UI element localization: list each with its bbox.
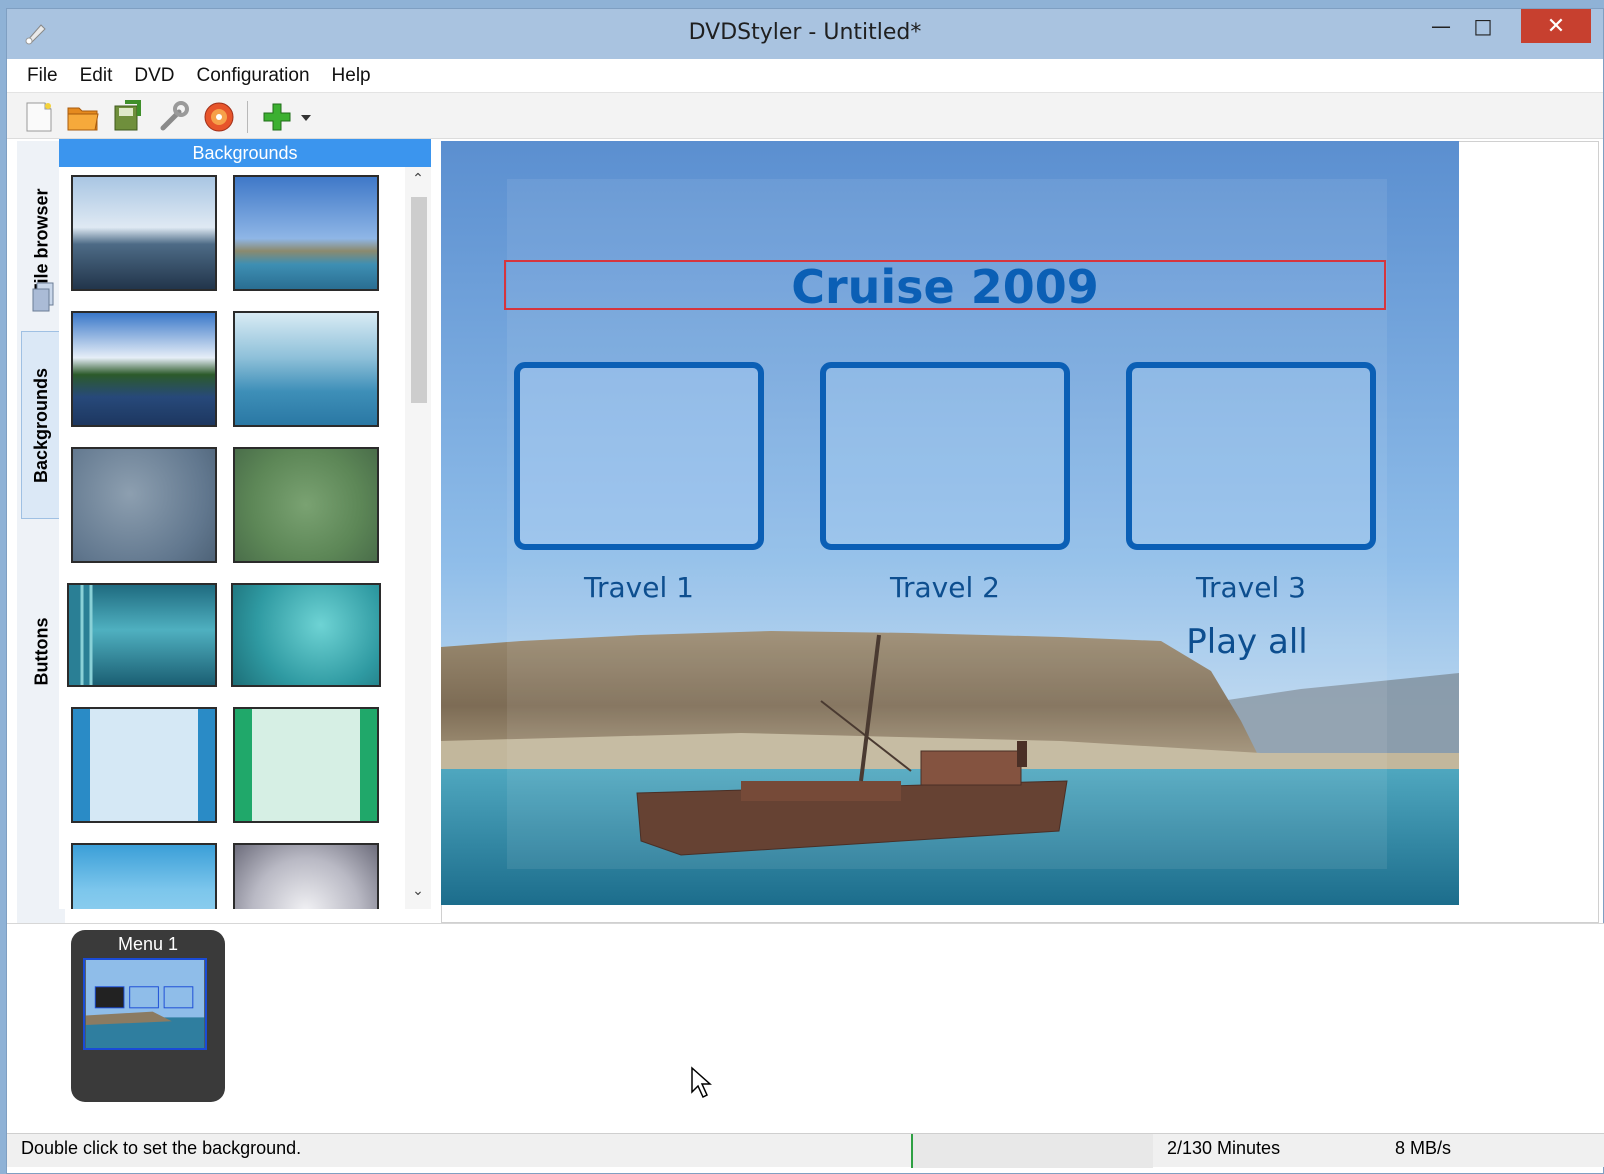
- background-thumbnail[interactable]: [71, 447, 217, 563]
- menu-button-travel-3[interactable]: [1126, 362, 1376, 550]
- menu-file[interactable]: File: [27, 65, 58, 87]
- menu-help[interactable]: Help: [332, 65, 371, 87]
- save-icon[interactable]: [109, 100, 145, 134]
- backgrounds-panel-title: Backgrounds: [59, 139, 431, 167]
- menu-bar: File Edit DVD Configuration Help: [7, 59, 1603, 93]
- wrench-icon[interactable]: [155, 100, 191, 134]
- status-duration: 2/130 Minutes: [1167, 1138, 1281, 1158]
- menu-button-travel-2[interactable]: [820, 362, 1070, 550]
- menu-configuration[interactable]: Configuration: [197, 65, 310, 87]
- minimize-button[interactable]: —: [1421, 9, 1461, 43]
- window-title: DVDStyler - Untitled*: [688, 20, 922, 45]
- burn-disc-icon[interactable]: [201, 100, 237, 134]
- menu-button-travel-1[interactable]: [514, 362, 764, 550]
- scrollbar-thumb[interactable]: [411, 197, 427, 403]
- background-thumbnail[interactable]: [233, 707, 379, 823]
- titles-strip: Menu 1: [7, 923, 1604, 1133]
- status-message: Double click to set the background.: [21, 1138, 302, 1158]
- menu-button-label-travel-1[interactable]: Travel 1: [583, 571, 694, 604]
- status-bar: Double click to set the background. 2/13…: [7, 1133, 1604, 1168]
- add-icon[interactable]: [259, 100, 295, 134]
- background-thumbnail[interactable]: [233, 175, 379, 291]
- background-thumbnail[interactable]: [233, 843, 379, 909]
- background-thumbnail[interactable]: [67, 583, 217, 687]
- background-thumbnail[interactable]: [233, 447, 379, 563]
- side-tab-bar: File browser Backgrounds Buttons: [17, 141, 65, 1041]
- maximize-button[interactable]: □: [1463, 9, 1503, 43]
- menu-button-label-travel-3[interactable]: Travel 3: [1195, 571, 1306, 604]
- background-thumbnail[interactable]: [231, 583, 381, 687]
- menu-thumbnail-preview: [83, 958, 207, 1050]
- add-dropdown-chevron-down-icon[interactable]: [299, 100, 313, 134]
- menu-dvd[interactable]: DVD: [134, 65, 174, 87]
- tab-buttons-label: Buttons: [31, 617, 52, 685]
- menu-title[interactable]: Cruise 2009: [791, 260, 1099, 314]
- tab-file-browser-label: File browser: [31, 187, 52, 295]
- toolbar-separator: [247, 101, 248, 133]
- minimize-icon: —: [1431, 14, 1451, 38]
- maximize-icon: □: [1473, 14, 1493, 38]
- menu-thumbnail-label: Menu 1: [117, 934, 179, 954]
- menu-button-label-travel-2[interactable]: Travel 2: [889, 571, 1000, 604]
- menu-thumbnail[interactable]: Menu 1: [71, 930, 225, 1102]
- backgrounds-scrollbar[interactable]: ⌃ ⌄: [405, 167, 431, 909]
- background-thumbnail[interactable]: [71, 311, 217, 427]
- backgrounds-list: [59, 167, 405, 909]
- close-icon: ✕: [1546, 13, 1566, 39]
- mouse-cursor-icon: [691, 1066, 712, 1099]
- background-thumbnail[interactable]: [71, 175, 217, 291]
- background-thumbnail[interactable]: [233, 311, 379, 427]
- file-browser-icon: [32, 282, 54, 312]
- backgrounds-panel: Backgrounds ⌃ ⌄: [59, 139, 431, 909]
- close-button[interactable]: ✕: [1521, 9, 1591, 43]
- tab-backgrounds-label: Backgrounds: [31, 367, 52, 483]
- menu-edit[interactable]: Edit: [80, 65, 113, 87]
- background-thumbnail[interactable]: [71, 843, 217, 909]
- scroll-up-icon[interactable]: ⌃: [405, 171, 431, 187]
- toolbar: [7, 93, 1603, 139]
- tab-buttons[interactable]: Buttons: [21, 561, 63, 741]
- tab-backgrounds[interactable]: Backgrounds: [21, 331, 63, 519]
- status-speed: 8 MB/s: [1395, 1138, 1452, 1158]
- disc-usage-gauge: [911, 1134, 1153, 1168]
- menu-canvas[interactable]: Cruise 2009 Travel 1 Travel 2 Travel 3 P…: [441, 141, 1459, 905]
- title-bar: DVDStyler - Untitled* — □ ✕: [7, 9, 1603, 59]
- new-document-icon[interactable]: [21, 100, 57, 134]
- background-thumbnail[interactable]: [71, 707, 217, 823]
- scroll-down-icon[interactable]: ⌄: [405, 883, 431, 899]
- play-all-button[interactable]: Play all: [1186, 622, 1307, 662]
- open-folder-icon[interactable]: [65, 100, 101, 134]
- app-window: DVDStyler - Untitled* — □ ✕ File Edit DV…: [6, 8, 1604, 1174]
